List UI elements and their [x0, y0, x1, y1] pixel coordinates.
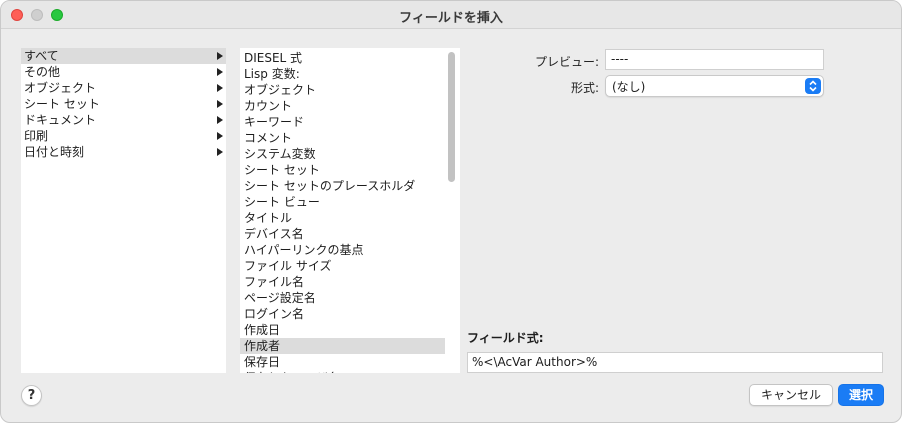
- field-item[interactable]: ページ設定名: [240, 290, 445, 306]
- field-item[interactable]: シート セット: [240, 162, 445, 178]
- category-item-label: シート セット: [24, 97, 100, 111]
- field-item[interactable]: カウント: [240, 98, 445, 114]
- category-item[interactable]: オブジェクト: [21, 80, 226, 96]
- field-item[interactable]: タイトル: [240, 210, 445, 226]
- field-item[interactable]: シート ビュー: [240, 194, 445, 210]
- field-expression-field[interactable]: %<\AcVar Author>%: [467, 352, 883, 373]
- submenu-arrow-icon: [217, 84, 223, 92]
- field-rows: DIESEL 式 Lisp 変数: オブジェクト カウント キーワード コメント システム変…: [240, 50, 445, 373]
- submenu-arrow-icon: [217, 132, 223, 140]
- field-item[interactable]: 保存したユーザ名: [240, 370, 445, 373]
- field-list-scrollbar[interactable]: [448, 52, 455, 182]
- field-item[interactable]: ファイル サイズ: [240, 258, 445, 274]
- category-item-label: すべて: [24, 49, 59, 63]
- field-item[interactable]: デバイス名: [240, 226, 445, 242]
- help-button[interactable]: ?: [21, 385, 42, 406]
- category-item-label: ドキュメント: [24, 113, 97, 127]
- field-name-list[interactable]: DIESEL 式 Lisp 変数: オブジェクト カウント キーワード コメント システム変…: [240, 48, 460, 373]
- field-item[interactable]: 保存日: [240, 354, 445, 370]
- submenu-arrow-icon: [217, 68, 223, 76]
- category-item[interactable]: その他: [21, 64, 226, 80]
- category-item-label: その他: [24, 65, 61, 79]
- category-rows: すべてその他オブジェクト シート セット ドキュメント 印刷日付と時刻: [21, 48, 226, 160]
- field-item[interactable]: 作成者: [240, 338, 445, 354]
- submenu-arrow-icon: [217, 116, 223, 124]
- category-item[interactable]: シート セット: [21, 96, 226, 112]
- field-expression-label: フィールド式:: [467, 331, 544, 345]
- field-item[interactable]: ファイル名: [240, 274, 445, 290]
- category-item[interactable]: 日付と時刻: [21, 144, 226, 160]
- submenu-arrow-icon: [217, 52, 223, 60]
- field-item[interactable]: ハイパーリンクの基点: [240, 242, 445, 258]
- field-category-list[interactable]: すべてその他オブジェクト シート セット ドキュメント 印刷日付と時刻: [21, 48, 226, 373]
- field-item[interactable]: DIESEL 式: [240, 50, 445, 66]
- category-item-label: オブジェクト: [24, 81, 97, 95]
- insert-field-dialog: フィールドを挿入 すべて その他 オブジェクト シート セット ドキュメント 印刷 日付と時…: [0, 0, 902, 423]
- field-item[interactable]: ログイン名: [240, 306, 445, 322]
- select-button[interactable]: 選択: [838, 384, 884, 406]
- category-item[interactable]: 印刷: [21, 128, 226, 144]
- format-select-value: (なし): [612, 80, 646, 94]
- preview-field: ----: [605, 49, 824, 70]
- preview-label: プレビュー:: [534, 55, 599, 69]
- submenu-arrow-icon: [217, 148, 223, 156]
- category-item-label: 日付と時刻: [24, 145, 85, 159]
- format-select[interactable]: (なし): [605, 75, 824, 97]
- cancel-button[interactable]: キャンセル: [749, 384, 833, 406]
- field-item[interactable]: コメント: [240, 130, 445, 146]
- format-label: 形式:: [570, 81, 599, 95]
- field-item[interactable]: オブジェクト: [240, 82, 445, 98]
- field-item[interactable]: Lisp 変数:: [240, 66, 445, 82]
- category-item[interactable]: ドキュメント: [21, 112, 226, 128]
- select-arrows-icon: [805, 78, 821, 94]
- field-item[interactable]: キーワード: [240, 114, 445, 130]
- category-item[interactable]: すべて: [21, 48, 226, 64]
- submenu-arrow-icon: [217, 100, 223, 108]
- window-title: フィールドを挿入: [399, 11, 503, 26]
- field-item[interactable]: システム変数: [240, 146, 445, 162]
- field-item[interactable]: 作成日: [240, 322, 445, 338]
- category-item-label: 印刷: [24, 129, 49, 143]
- field-item[interactable]: シート セットのプレースホルダ: [240, 178, 445, 194]
- title-bar: フィールドを挿入: [1, 1, 901, 29]
